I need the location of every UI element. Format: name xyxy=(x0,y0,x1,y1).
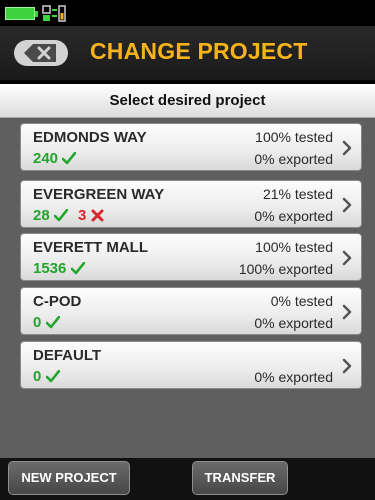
check-icon xyxy=(45,316,60,329)
project-name: EDMONDS WAY xyxy=(33,129,147,146)
project-counts: 1536 xyxy=(33,260,85,277)
pass-count: 0 xyxy=(33,314,42,331)
chevron-right-icon xyxy=(342,140,352,156)
project-counts: 0 xyxy=(33,368,60,385)
project-row-evergreen-way[interactable]: EVERGREEN WAY 28 3 21% tested 0% exporte… xyxy=(20,180,362,228)
battery-icon xyxy=(5,7,38,20)
project-row-c-pod[interactable]: C-POD 0 0% tested 0% exported xyxy=(20,287,362,335)
pass-count: 0 xyxy=(33,368,42,385)
project-counts: 28 3 xyxy=(33,207,104,224)
page-title: CHANGE PROJECT xyxy=(90,38,308,64)
project-counts: 240 xyxy=(33,150,77,167)
tested-percent: 21% tested xyxy=(262,186,333,202)
project-name: C-POD xyxy=(33,293,82,310)
exported-percent: 0% exported xyxy=(254,151,333,167)
exported-percent: 100% exported xyxy=(238,261,333,277)
check-icon xyxy=(62,152,77,165)
project-name: DEFAULT xyxy=(33,347,102,364)
exported-percent: 0% exported xyxy=(254,369,333,385)
connection-icon xyxy=(42,5,66,22)
bottom-toolbar: NEW PROJECT TRANSFER xyxy=(0,458,375,500)
status-bar xyxy=(0,0,375,26)
title-bar: CHANGE PROJECT xyxy=(0,26,375,80)
back-arrow-icon xyxy=(24,44,56,62)
project-row-default[interactable]: DEFAULT 0 0% exported xyxy=(20,341,362,389)
cross-icon xyxy=(91,209,104,222)
pass-count: 240 xyxy=(33,150,59,167)
tested-percent: 100% tested xyxy=(255,239,333,255)
tested-percent: 0% tested xyxy=(270,293,333,309)
exported-percent: 0% exported xyxy=(254,315,333,331)
tested-percent: 100% tested xyxy=(255,129,333,145)
project-name: EVERETT MALL xyxy=(33,239,148,256)
pass-count: 28 xyxy=(33,207,50,224)
project-row-everett-mall[interactable]: EVERETT MALL 1536 100% tested 100% expor… xyxy=(20,233,362,281)
chevron-right-icon xyxy=(342,304,352,320)
check-icon xyxy=(45,370,60,383)
check-icon xyxy=(53,209,68,222)
check-icon xyxy=(70,262,85,275)
project-name: EVERGREEN WAY xyxy=(33,186,165,203)
pass-count: 1536 xyxy=(33,260,67,277)
fail-count: 3 xyxy=(78,207,87,224)
back-button[interactable] xyxy=(14,40,68,66)
chevron-right-icon xyxy=(342,250,352,266)
transfer-button[interactable]: TRANSFER xyxy=(192,461,288,495)
project-list: EDMONDS WAY 240 100% tested 0% exported … xyxy=(0,118,375,458)
exported-percent: 0% exported xyxy=(254,208,333,224)
project-counts: 0 xyxy=(33,314,60,331)
project-row-edmonds-way[interactable]: EDMONDS WAY 240 100% tested 0% exported xyxy=(20,123,362,171)
chevron-right-icon xyxy=(342,358,352,374)
chevron-right-icon xyxy=(342,197,352,213)
new-project-button[interactable]: NEW PROJECT xyxy=(8,461,130,495)
subheader: Select desired project xyxy=(0,84,375,118)
